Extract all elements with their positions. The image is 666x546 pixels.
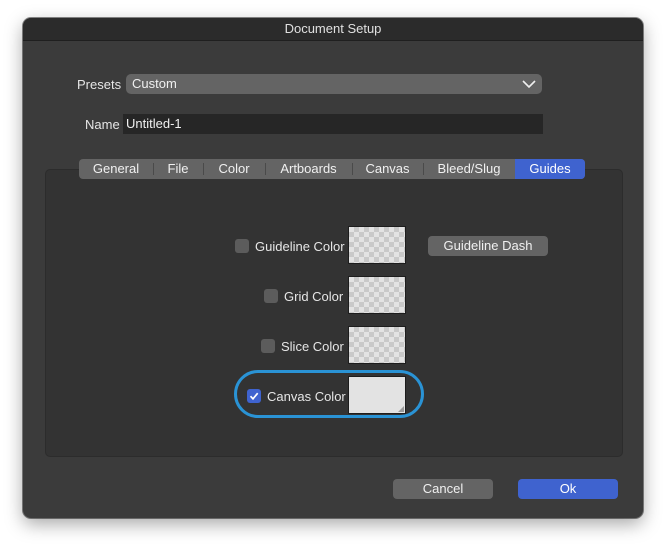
tab-bar: General File Color Artboards Canvas Blee… [79, 159, 585, 179]
presets-dropdown[interactable]: Custom [126, 74, 542, 94]
canvas-color-label: Canvas Color [267, 389, 346, 404]
guideline-color-checkbox[interactable] [235, 239, 249, 253]
tab-artboards[interactable]: Artboards [265, 159, 352, 179]
tab-general[interactable]: General [79, 159, 153, 179]
presets-value: Custom [132, 76, 177, 91]
tab-guides[interactable]: Guides [515, 159, 585, 179]
guideline-dash-button[interactable]: Guideline Dash [428, 236, 548, 256]
canvas-color-swatch[interactable] [348, 376, 406, 414]
grid-color-checkbox[interactable] [264, 289, 278, 303]
tab-color[interactable]: Color [203, 159, 265, 179]
checkmark-icon [249, 392, 259, 401]
grid-color-swatch[interactable] [348, 276, 406, 314]
ok-button[interactable]: Ok [518, 479, 618, 499]
canvas-color-checkbox[interactable] [247, 389, 261, 403]
tab-canvas[interactable]: Canvas [352, 159, 423, 179]
tab-bleed-slug[interactable]: Bleed/Slug [423, 159, 515, 179]
dialog-title: Document Setup [23, 18, 643, 41]
chevron-down-icon [522, 80, 536, 89]
cancel-button[interactable]: Cancel [393, 479, 493, 499]
slice-color-swatch[interactable] [348, 326, 406, 364]
name-input[interactable]: Untitled-1 [123, 114, 543, 134]
grid-color-label: Grid Color [284, 289, 344, 304]
guideline-color-swatch[interactable] [348, 226, 406, 264]
slice-color-label: Slice Color [281, 339, 344, 354]
name-label: Name [85, 117, 120, 132]
slice-color-checkbox[interactable] [261, 339, 275, 353]
guideline-color-label: Guideline Color [255, 239, 345, 254]
tab-file[interactable]: File [153, 159, 203, 179]
resize-corner-icon [398, 406, 404, 412]
presets-label: Presets [77, 77, 122, 92]
document-setup-dialog: Document Setup Presets Custom Name Untit… [23, 18, 643, 518]
